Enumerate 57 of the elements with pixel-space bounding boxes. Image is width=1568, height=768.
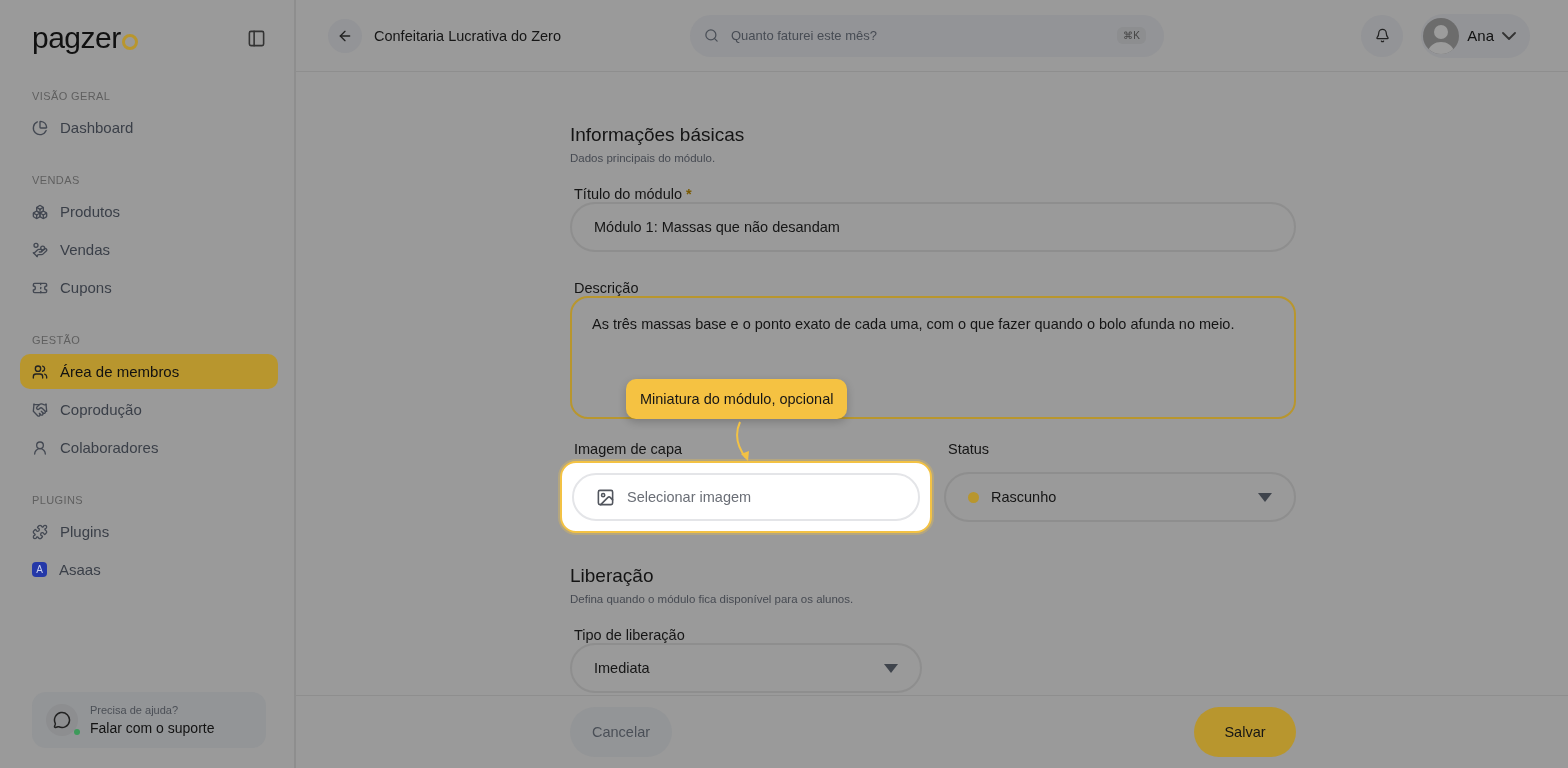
section-title: VISÃO GERAL bbox=[31, 89, 112, 104]
caret-icon bbox=[884, 663, 898, 673]
nav-item[interactable]: Produtos bbox=[20, 194, 278, 229]
section-heading: Informações básicas bbox=[570, 124, 746, 146]
release-type-select[interactable]: Imediata bbox=[570, 643, 922, 693]
chevron-icon bbox=[1502, 31, 1516, 40]
status-dot bbox=[968, 491, 979, 503]
section-title: PLUGINS bbox=[31, 493, 85, 508]
field-label: Título do módulo * bbox=[573, 186, 693, 202]
hand-coins-icon bbox=[32, 241, 48, 258]
nav-item[interactable]: Vendas bbox=[20, 232, 278, 267]
person-icon bbox=[32, 439, 48, 456]
cancel-button[interactable]: Cancelar bbox=[570, 707, 673, 757]
title-input[interactable]: Módulo 1: Massas que não desandam bbox=[570, 202, 1296, 252]
shortcut-hint: ⌘K bbox=[1117, 27, 1146, 44]
section-title: VENDAS bbox=[31, 173, 81, 188]
bell-icon bbox=[1374, 28, 1390, 43]
field-label: Tipo de liberação bbox=[573, 627, 686, 643]
field-label: Status bbox=[947, 441, 991, 457]
nav-item[interactable]: Plugins bbox=[20, 514, 278, 549]
search-icon bbox=[704, 28, 719, 43]
boxes-icon bbox=[32, 203, 48, 220]
nav-item[interactable]: Cupons bbox=[20, 270, 278, 305]
app-icon: A bbox=[32, 562, 47, 577]
caret-icon bbox=[1258, 492, 1272, 502]
chart-icon bbox=[32, 119, 48, 136]
field-label: Descrição bbox=[573, 280, 640, 296]
puzzle-icon bbox=[32, 523, 48, 540]
nav-item[interactable]: Colaboradores bbox=[20, 430, 278, 465]
nav-item[interactable]: Área de membros bbox=[20, 354, 278, 389]
section-heading: Liberação bbox=[570, 565, 655, 587]
section-subtitle: Dados principais do módulo. bbox=[570, 152, 717, 164]
nav-item[interactable]: A Asaas bbox=[20, 552, 278, 587]
search-bar[interactable]: Quanto faturei este mês? ⌘K bbox=[690, 14, 1164, 57]
section-title: GESTÃO bbox=[31, 333, 82, 348]
image-icon bbox=[596, 487, 615, 507]
avatar-icon bbox=[1423, 17, 1460, 54]
back-button[interactable] bbox=[328, 18, 362, 53]
status-select[interactable]: Rascunho bbox=[944, 472, 1296, 522]
search-input[interactable]: Quanto faturei este mês? bbox=[729, 27, 1108, 44]
field-label: Imagem de capa bbox=[573, 441, 683, 457]
support-card[interactable]: Precisa de ajuda? Falar com o suporte bbox=[32, 692, 266, 748]
nav-item[interactable]: Dashboard bbox=[20, 110, 278, 145]
nav-item[interactable]: Coprodução bbox=[20, 392, 278, 427]
section-subtitle: Defina quando o módulo fica disponível para os alunos. bbox=[570, 593, 855, 605]
support-label: Falar com o suporte bbox=[90, 720, 215, 736]
page-title: Confeitaria Lucrativa do Zero bbox=[374, 27, 562, 44]
tooltip: Miniatura do módulo, opcional bbox=[626, 379, 848, 419]
chat-icon bbox=[46, 704, 78, 736]
sidebar-toggle-icon[interactable] bbox=[247, 28, 266, 48]
user-menu[interactable]: Ana bbox=[1421, 13, 1530, 58]
save-button[interactable]: Salvar bbox=[1194, 707, 1296, 757]
image-picker[interactable]: Selecionar imagem bbox=[572, 473, 920, 521]
users-icon bbox=[32, 363, 48, 380]
logo: pagzer bbox=[32, 23, 139, 53]
handshake-icon bbox=[32, 401, 48, 418]
support-caption: Precisa de ajuda? bbox=[90, 704, 180, 716]
